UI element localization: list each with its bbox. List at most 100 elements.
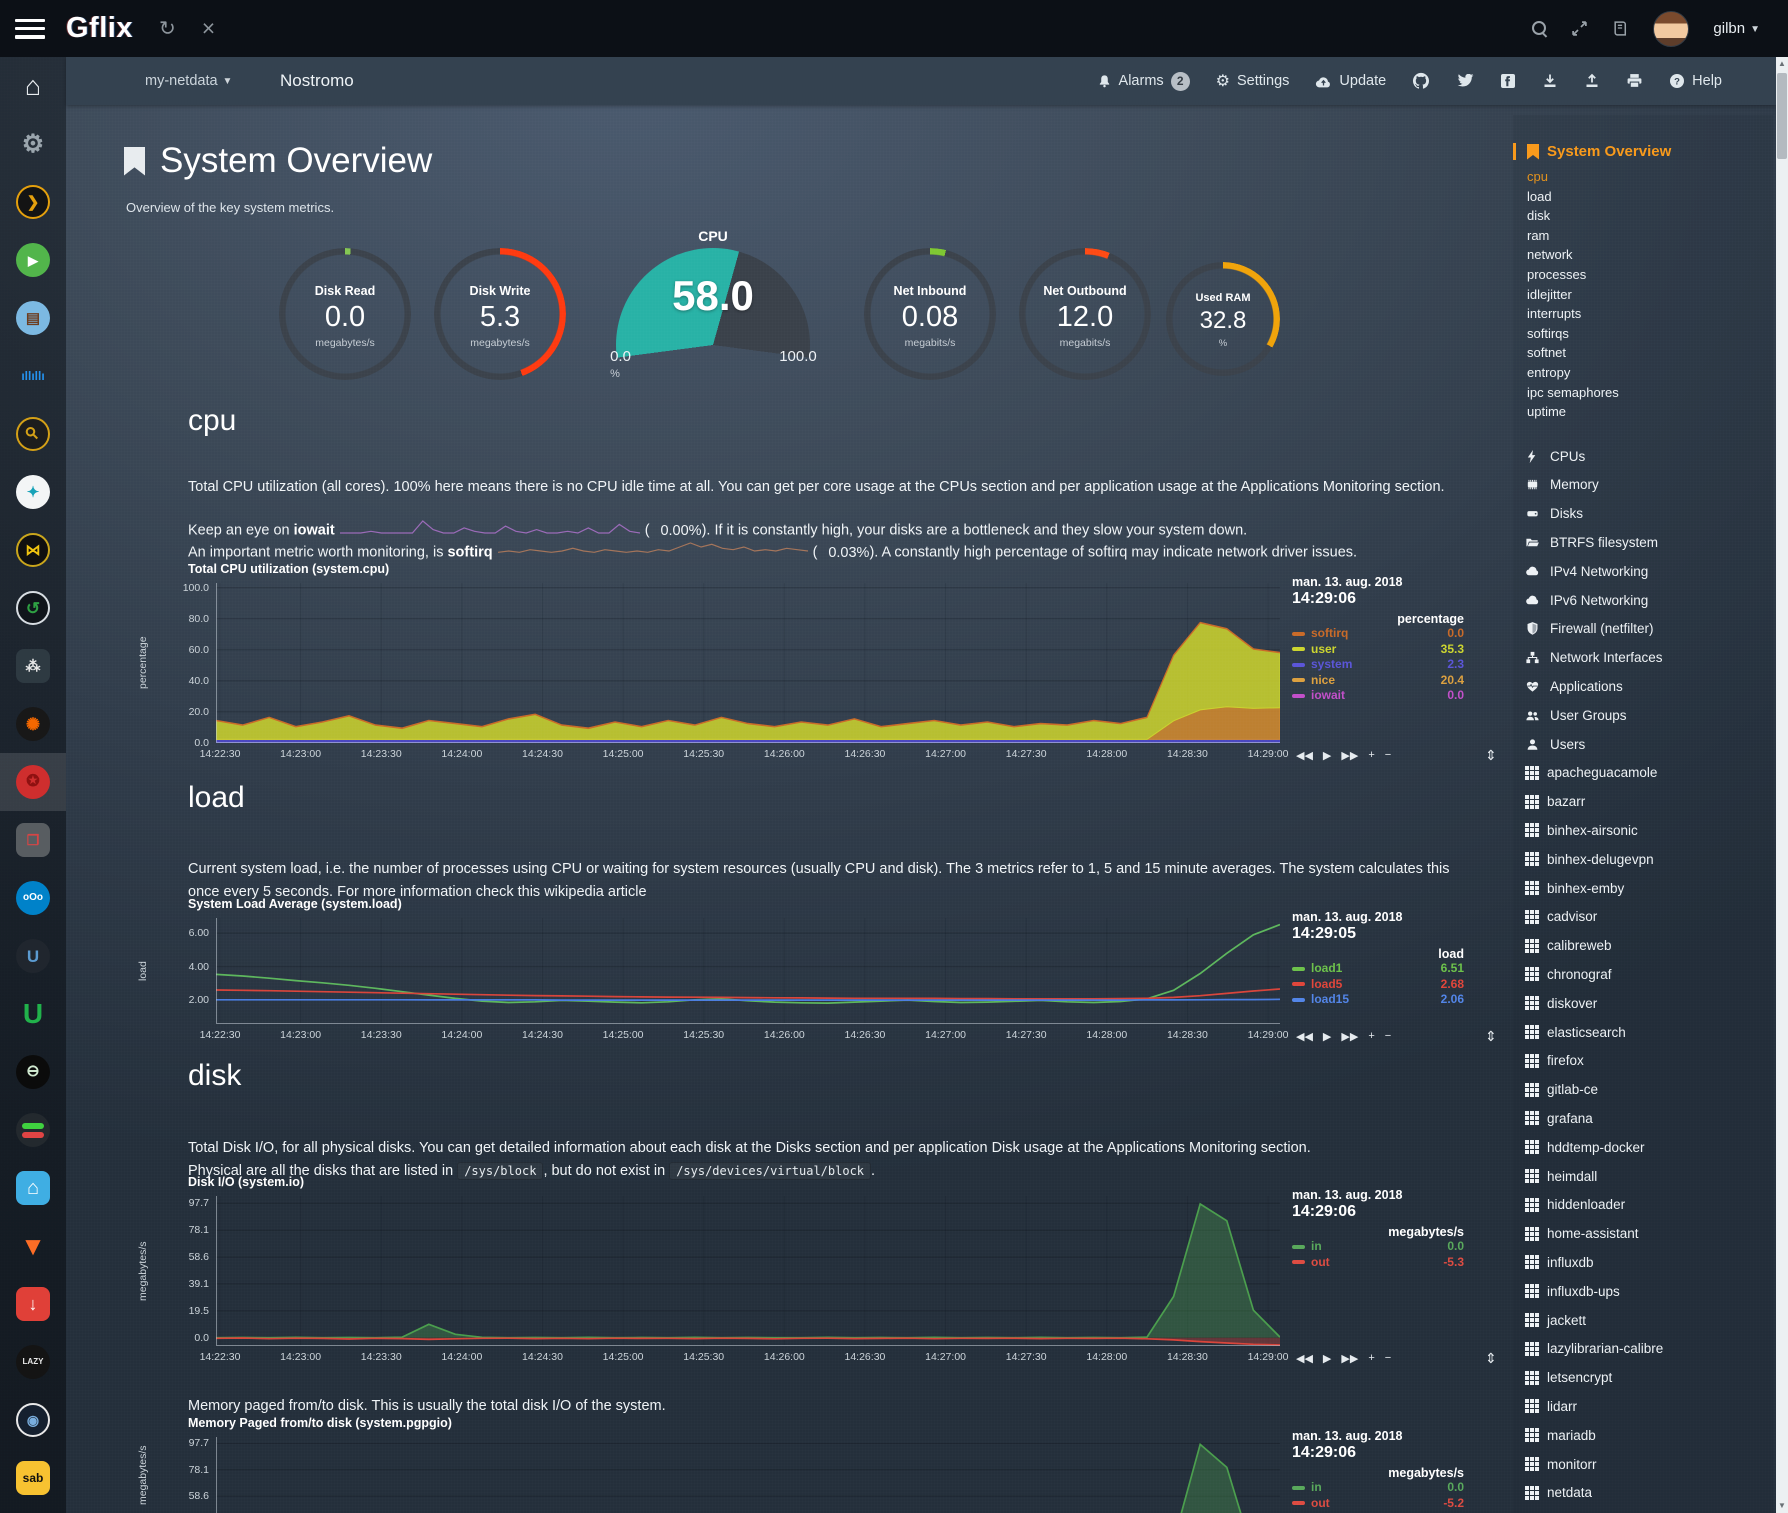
legend-row-in[interactable]: in0.0 (1292, 1239, 1464, 1255)
menu-app-binhex-delugevpn[interactable]: binhex-delugevpn (1525, 845, 1773, 874)
menu-item-softnet[interactable]: softnet (1527, 343, 1773, 363)
menu-app-bazarr[interactable]: bazarr (1525, 787, 1773, 816)
menu-section-firewall--netfilter-[interactable]: Firewall (netfilter) (1525, 615, 1773, 644)
menu-app-elasticsearch[interactable]: elasticsearch (1525, 1018, 1773, 1047)
pan-left-icon[interactable]: ◀◀ (1296, 1030, 1313, 1043)
sidebar-app-airsonic[interactable]: ıllıllı (0, 347, 66, 405)
menu-section-ipv6-networking[interactable]: IPv6 Networking (1525, 586, 1773, 615)
menu-app-monitorr[interactable]: monitorr (1525, 1450, 1773, 1479)
sidebar-app-drop-app[interactable]: ◉ (0, 1391, 66, 1449)
sidebar-app-grafana[interactable]: ✺ (0, 695, 66, 753)
scrollbar-thumb[interactable] (1777, 73, 1787, 159)
sidebar-app-nextcloud[interactable]: oOo (0, 869, 66, 927)
search-icon[interactable] (1532, 21, 1547, 36)
zoom-out-icon[interactable]: − (1385, 1352, 1391, 1365)
menu-app-apacheguacamole[interactable]: apacheguacamole (1525, 758, 1773, 787)
menu-app-hddtemp-docker[interactable]: hddtemp-docker (1525, 1133, 1773, 1162)
cpu-gauge-chart[interactable]: CPU 58.0 0.0 100.0 % (583, 220, 843, 388)
menu-app-binhex-emby[interactable]: binhex-emby (1525, 874, 1773, 903)
menu-section-network-interfaces[interactable]: Network Interfaces (1525, 643, 1773, 672)
sidebar-app-monitorr[interactable] (0, 1101, 66, 1159)
menu-app-cadvisor[interactable]: cadvisor (1525, 902, 1773, 931)
gauge-net-outbound[interactable]: Net Outbound12.0megabits/s (1019, 248, 1151, 380)
menu-app-influxdb[interactable]: influxdb (1525, 1248, 1773, 1277)
chart-mem[interactable]: Memory Paged from/to disk (system.pgpgio… (216, 1437, 1280, 1513)
menu-item-processes[interactable]: processes (1527, 265, 1773, 285)
help-button[interactable]: ? Help (1669, 73, 1722, 89)
menu-item-load[interactable]: load (1527, 187, 1773, 207)
pan-left-icon[interactable]: ◀◀ (1296, 749, 1313, 762)
chart-resize-handle[interactable]: ⇕ (1485, 1028, 1497, 1045)
changelog-book-icon[interactable] (1612, 20, 1629, 37)
legend-row-load1[interactable]: load16.51 (1292, 961, 1464, 977)
zoom-out-icon[interactable]: − (1385, 749, 1391, 762)
user-avatar[interactable] (1653, 11, 1689, 47)
menu-item-disk[interactable]: disk (1527, 206, 1773, 226)
legend-row-system[interactable]: system2.3 (1292, 657, 1464, 673)
gauge-disk-write[interactable]: Disk Write5.3megabytes/s (434, 248, 566, 380)
menu-item-interrupts[interactable]: interrupts (1527, 304, 1773, 324)
sidebar-app-lazylibrarian-search[interactable]: ⚲ (0, 405, 66, 463)
zoom-in-icon[interactable]: + (1368, 1030, 1374, 1043)
menu-item-cpu[interactable]: cpu (1527, 167, 1773, 187)
scroll-down-arrow[interactable]: ▼ (1776, 1499, 1788, 1513)
facebook-link[interactable] (1500, 73, 1516, 89)
menu-app-binhex-airsonic[interactable]: binhex-airsonic (1525, 816, 1773, 845)
chart-cpu[interactable]: Total CPU utilization (system.cpu)percen… (216, 583, 1280, 743)
sidebar-app-diskover[interactable]: ⁂ (0, 637, 66, 695)
import-snapshot-button[interactable] (1542, 73, 1558, 89)
menu-item-idlejitter[interactable]: idlejitter (1527, 285, 1773, 305)
menu-app-netdata[interactable]: netdata (1525, 1478, 1773, 1507)
play-icon[interactable]: ▶ (1323, 749, 1331, 762)
menu-item-ram[interactable]: ram (1527, 226, 1773, 246)
gauge-disk-read[interactable]: Disk Read0.0megabytes/s (279, 248, 411, 380)
gauge-net-inbound[interactable]: Net Inbound0.08megabits/s (864, 248, 996, 380)
sidebar-app-shield-app[interactable]: ✪ (0, 753, 66, 811)
sidebar-app-bowtie-app[interactable]: ⋈ (0, 521, 66, 579)
menu-item-network[interactable]: network (1527, 245, 1773, 265)
github-link[interactable] (1412, 72, 1430, 90)
page-scrollbar[interactable]: ▲ ▼ (1776, 57, 1788, 1513)
menu-app-gitlab-ce[interactable]: gitlab-ce (1525, 1075, 1773, 1104)
menu-app-heimdall[interactable]: heimdall (1525, 1162, 1773, 1191)
sidebar-app-settings-gear[interactable]: ⚙ (0, 115, 66, 173)
fullscreen-icon[interactable] (1571, 20, 1588, 37)
hamburger-menu-icon[interactable] (15, 19, 45, 39)
menu-app-chronograf[interactable]: chronograf (1525, 960, 1773, 989)
export-snapshot-button[interactable] (1584, 73, 1600, 89)
chart-load[interactable]: System Load Average (system.load)load6.0… (216, 918, 1280, 1024)
menu-app-jackett[interactable]: jackett (1525, 1306, 1773, 1335)
menu-section-users[interactable]: Users (1525, 730, 1773, 759)
legend-row-out[interactable]: out-5.2 (1292, 1496, 1464, 1512)
menu-item-ipc-semaphores[interactable]: ipc semaphores (1527, 383, 1773, 403)
menu-app-influxdb-ups[interactable]: influxdb-ups (1525, 1277, 1773, 1306)
legend-row-nice[interactable]: nice20.4 (1292, 673, 1464, 689)
zoom-out-icon[interactable]: − (1385, 1030, 1391, 1043)
sidebar-app-calibre-web[interactable]: ▤ (0, 289, 66, 347)
netdata-server-dropdown[interactable]: my-netdata▼ (145, 57, 232, 105)
refresh-icon[interactable]: ↻ (159, 19, 176, 39)
twitter-link[interactable] (1456, 74, 1474, 89)
sidebar-app-green-u-app[interactable]: U (0, 985, 66, 1043)
sidebar-app-gitlab[interactable]: ▼ (0, 1217, 66, 1275)
menu-app-home-assistant[interactable]: home-assistant (1525, 1219, 1773, 1248)
chart-resize-handle[interactable]: ⇕ (1485, 1350, 1497, 1367)
play-icon[interactable]: ▶ (1323, 1352, 1331, 1365)
legend-row-softirq[interactable]: softirq0.0 (1292, 626, 1464, 642)
sidebar-app-lazylibrarian[interactable]: LAZY (0, 1333, 66, 1391)
sidebar-app-emby[interactable]: ▶ (0, 231, 66, 289)
sidebar-app-home[interactable]: ⌂ (0, 57, 66, 115)
pan-right-icon[interactable]: ▶▶ (1341, 1352, 1358, 1365)
zoom-in-icon[interactable]: + (1368, 1352, 1374, 1365)
legend-row-in[interactable]: in0.0 (1292, 1480, 1464, 1496)
menu-app-lidarr[interactable]: lidarr (1525, 1392, 1773, 1421)
chart-resize-handle[interactable]: ⇕ (1485, 747, 1497, 764)
menu-section-disks[interactable]: Disks (1525, 499, 1773, 528)
menu-section-btrfs-filesystem[interactable]: BTRFS filesystem (1525, 528, 1773, 557)
zoom-in-icon[interactable]: + (1368, 749, 1374, 762)
menu-app-lazylibrarian-calibre[interactable]: lazylibrarian-calibre (1525, 1334, 1773, 1363)
menu-app-diskover[interactable]: diskover (1525, 989, 1773, 1018)
sidebar-app-plex[interactable]: ❯ (0, 173, 66, 231)
print-button[interactable] (1626, 73, 1643, 89)
menu-app-hiddenloader[interactable]: hiddenloader (1525, 1190, 1773, 1219)
